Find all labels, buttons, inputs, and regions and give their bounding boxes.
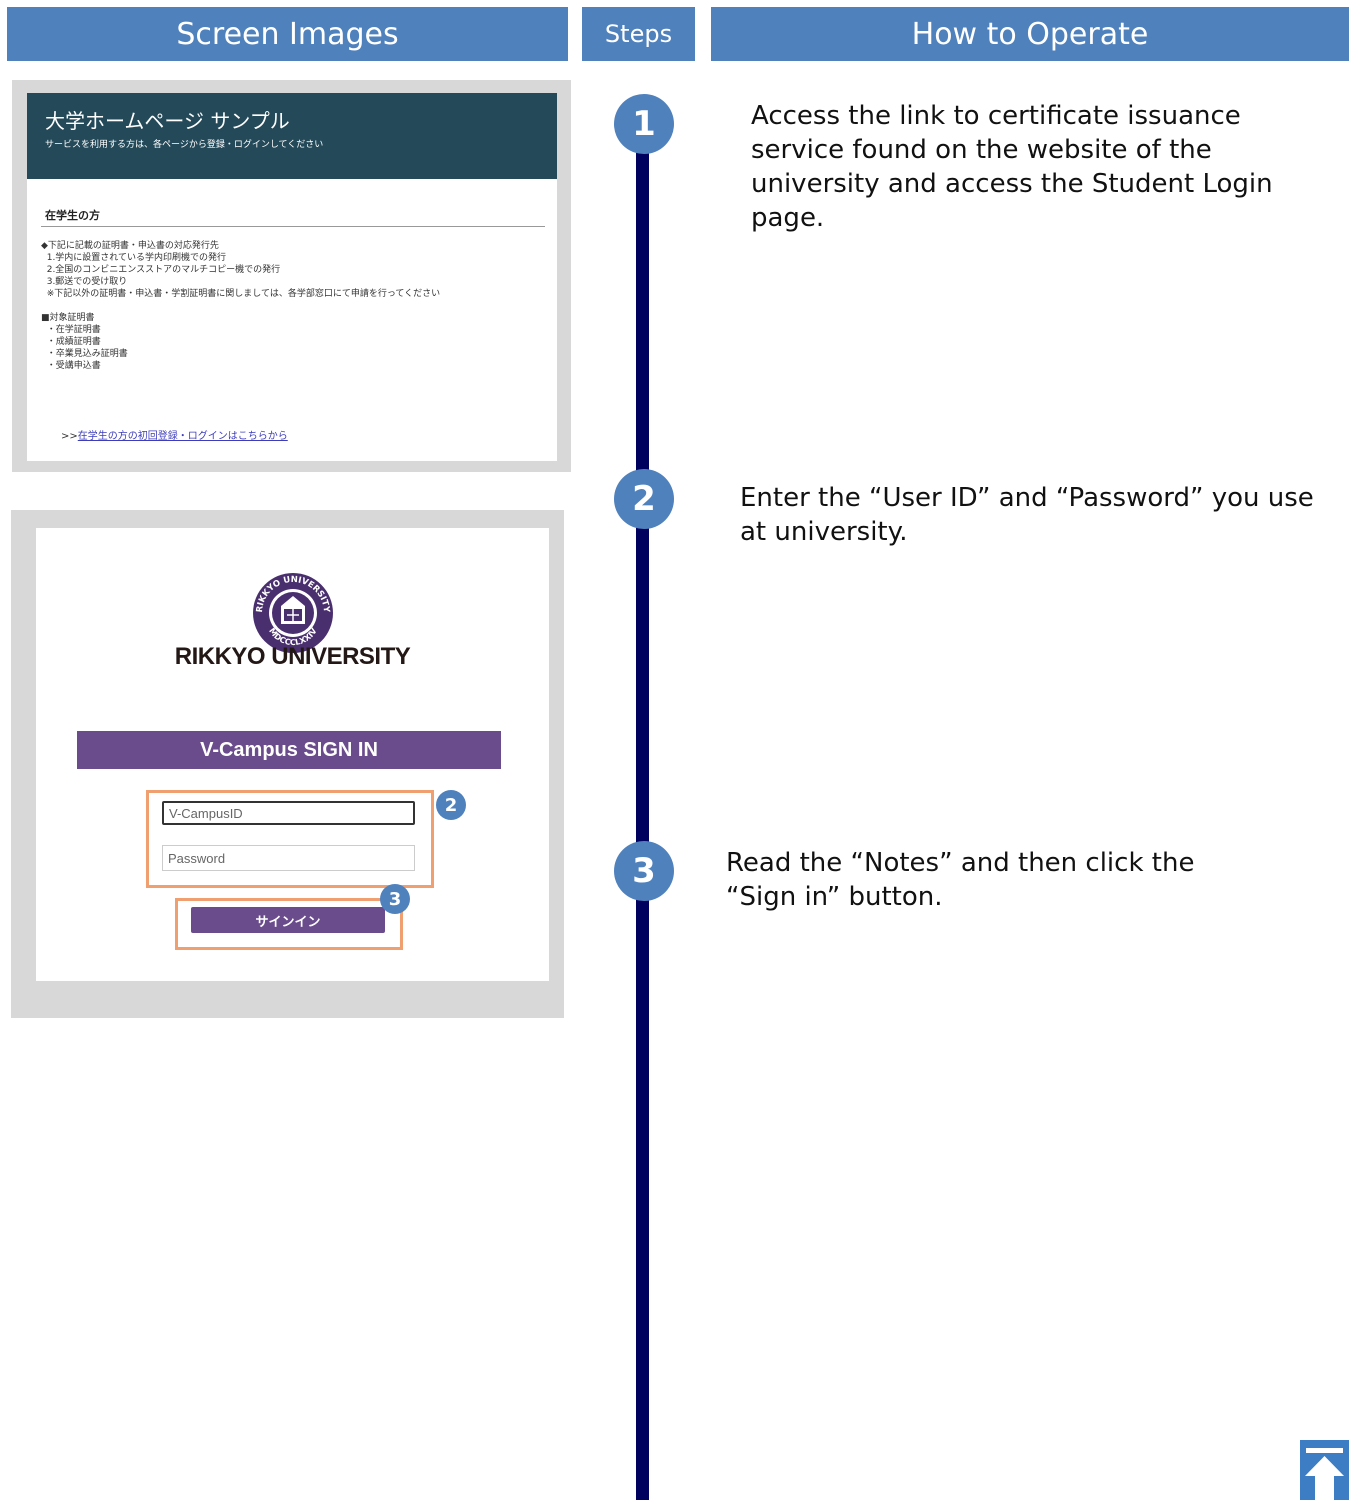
header-how-to-operate: How to Operate xyxy=(711,7,1349,61)
signin-page: RIKKYO UNIVERSITY MDCCCLXXIV RIKKYO UNIV… xyxy=(36,528,549,981)
student-login-link[interactable]: 在学生の方の初回登録・ログインはこちらから xyxy=(78,431,288,442)
userid-input[interactable]: V-CampusID xyxy=(162,801,415,825)
header-steps: Steps xyxy=(582,7,695,61)
homepage-sample: 大学ホームページ サンプル サービスを利用する方は、各ページから登録・ログインし… xyxy=(27,93,557,461)
homepage-title: 大学ホームページ サンプル xyxy=(45,109,290,133)
login-link-row: >>在学生の方の初回登録・ログインはこちらから xyxy=(61,427,288,442)
step-1-circle: 1 xyxy=(614,94,674,154)
section-body: ◆下記に記載の証明書・申込書の対応発行先 1.学内に設置されている学内印刷機での… xyxy=(41,241,441,371)
signin-button[interactable]: サインイン xyxy=(191,907,385,933)
step-2-text: Enter the “User ID” and “Password” you u… xyxy=(740,483,1314,547)
step-badge-3: 3 xyxy=(380,884,410,914)
section-heading: 在学生の方 xyxy=(45,209,100,222)
header-screen-images: Screen Images xyxy=(7,7,568,61)
screen-image-1: 大学ホームページ サンプル サービスを利用する方は、各ページから登録・ログインし… xyxy=(12,80,571,472)
steps-timeline xyxy=(636,150,649,1500)
homepage-banner: 大学ホームページ サンプル サービスを利用する方は、各ページから登録・ログインし… xyxy=(27,93,557,179)
page-top-button[interactable] xyxy=(1300,1440,1349,1500)
link-prefix: >> xyxy=(61,431,78,442)
university-name: RIKKYO UNIVERSITY xyxy=(174,643,411,670)
step-2-circle: 2 xyxy=(614,469,674,529)
arrow-up-icon xyxy=(1300,1440,1349,1500)
signin-title-bar: V-Campus SIGN IN xyxy=(77,731,501,769)
step-3-text: Read the “Notes” and then click the “Sig… xyxy=(726,848,1195,912)
password-input[interactable]: Password xyxy=(162,845,415,871)
homepage-subtitle: サービスを利用する方は、各ページから登録・ログインしてください xyxy=(45,140,324,150)
divider xyxy=(41,226,545,227)
step-badge-2: 2 xyxy=(436,790,466,820)
step-1-text: Access the link to certificate issuance … xyxy=(751,101,1273,233)
step-3-circle: 3 xyxy=(614,841,674,901)
screen-image-2: RIKKYO UNIVERSITY MDCCCLXXIV RIKKYO UNIV… xyxy=(11,510,564,1018)
